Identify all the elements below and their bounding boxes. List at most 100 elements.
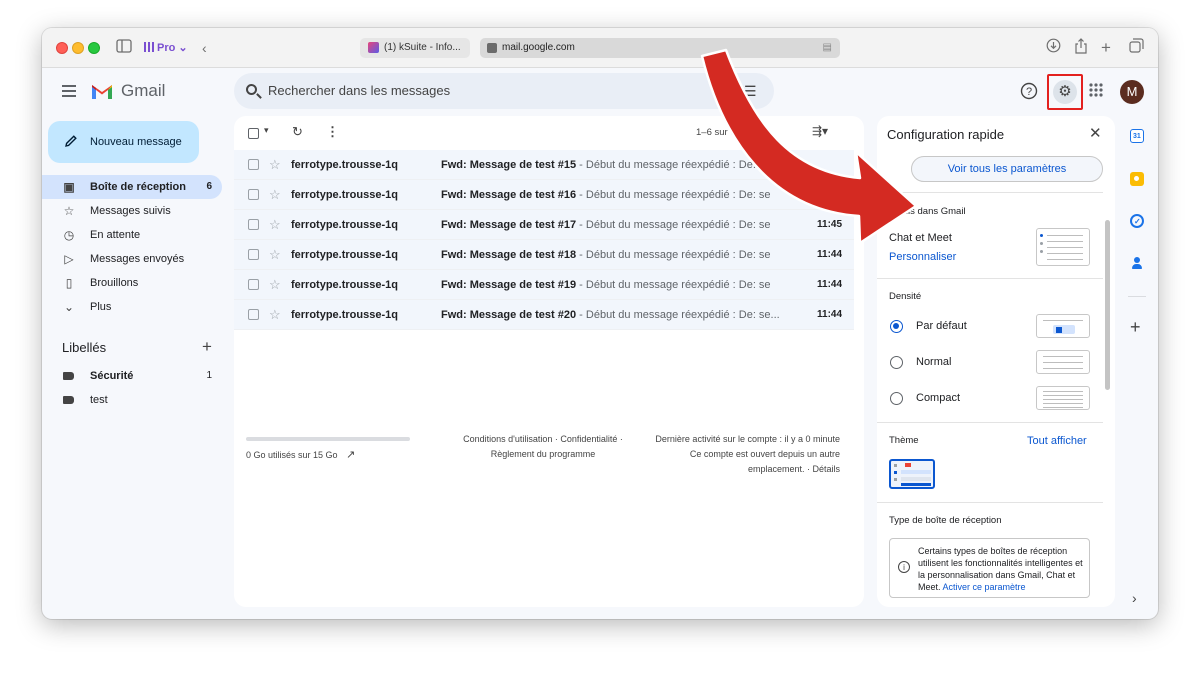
theme-show-all-link[interactable]: Tout afficher [1027,433,1087,449]
row-subject-title: Fwd: Message de test #15 [441,159,577,171]
add-addon-icon[interactable]: + [1130,317,1141,337]
send-icon: ▷ [64,252,74,266]
close-window-button[interactable] [56,42,68,54]
show-side-panel-chevron-icon[interactable]: › [1132,589,1137,607]
row-star-icon[interactable]: ☆ [269,300,281,330]
settings-gear-icon[interactable]: ⚙ [1053,80,1077,104]
theme-section-title: Thème [889,435,919,446]
input-tools-icon[interactable]: ⇶▾ [812,124,828,138]
zoom-window-button[interactable] [88,42,100,54]
customize-link[interactable]: Personnaliser [889,249,956,265]
sidebar-label-test[interactable]: test [42,388,222,412]
select-all-checkbox[interactable] [248,128,259,139]
density-compact-label[interactable]: Compact [916,390,960,406]
share-icon[interactable] [1074,38,1088,59]
reader-icon[interactable]: ▤ [823,38,832,58]
sidebar-item-label: En attente [90,229,141,241]
sidebar-item-sent[interactable]: ▷ Messages envoyés [42,247,222,271]
panel-scrollbar[interactable] [1105,220,1110,390]
row-time: 11:44 [817,279,843,290]
table-row[interactable]: ☆ ferrotype.trousse-1q Fwd: Message de t… [234,210,854,240]
row-subject: Fwd: Message de test #20 - Début du mess… [441,300,781,330]
see-all-settings-button[interactable]: Voir tous les paramètres [911,156,1103,182]
terms-line[interactable]: Conditions d'utilisation · Confidentiali… [460,432,626,447]
row-star-icon[interactable]: ☆ [269,270,281,300]
main-menu-icon[interactable] [62,85,76,97]
back-chevron-icon[interactable]: ‹ [202,38,207,58]
gmail-logo-icon[interactable] [90,81,114,101]
terms-line[interactable]: Règlement du programme [460,447,626,462]
tab-overview-icon[interactable] [1129,38,1144,58]
address-bar[interactable]: mail.google.com ▤ [480,38,840,58]
external-link-icon[interactable]: ↗ [346,448,355,463]
row-snippet: - Début du message réexpédié : De: se... [576,279,771,291]
table-row[interactable]: ☆ ferrotype.trousse-1q Fwd: Message de t… [234,150,854,180]
row-sender: ferrotype.trousse-1q [291,189,398,201]
row-subject-title: Fwd: Message de test #20 [441,309,577,321]
sidebar-item-starred[interactable]: ☆ Messages suivis [42,199,222,223]
minimize-window-button[interactable] [72,42,84,54]
row-star-icon[interactable]: ☆ [269,210,281,240]
row-checkbox[interactable] [248,159,259,170]
row-star-icon[interactable]: ☆ [269,180,281,210]
download-icon[interactable] [1046,38,1061,58]
search-options-icon[interactable]: ☰ [744,73,757,109]
activity-line: Dernière activité sur le compte : il y a… [655,434,840,444]
row-checkbox[interactable] [248,249,259,260]
tasks-icon[interactable]: ✓ [1130,214,1144,228]
avatar[interactable]: M [1120,80,1144,104]
divider [877,502,1103,503]
table-row[interactable]: ☆ ferrotype.trousse-1q Fwd: Message de t… [234,270,854,300]
enable-setting-link[interactable]: Activer ce paramètre [943,582,1026,592]
row-checkbox[interactable] [248,309,259,320]
density-normal-label[interactable]: Normal [916,354,951,370]
new-tab-icon[interactable]: + [1101,38,1111,58]
search-placeholder: Rechercher dans les messages [268,83,451,98]
density-default-preview [1036,314,1090,338]
theme-thumbnail[interactable] [889,459,935,489]
density-compact-radio[interactable] [890,392,903,405]
density-default-label[interactable]: Par défaut [916,318,967,334]
activity-details-link[interactable]: emplacement. · Détails [634,462,840,477]
contacts-icon[interactable] [1130,256,1144,270]
sidebar-item-snoozed[interactable]: ◷ En attente [42,223,222,247]
refresh-icon[interactable]: ↻ [292,124,303,140]
ksuite-favicon-icon [368,42,379,53]
divider [877,422,1103,423]
table-row[interactable]: ☆ ferrotype.trousse-1q Fwd: Message de t… [234,300,854,330]
sidebar-item-drafts[interactable]: ▯ Brouillons [42,271,222,295]
search-icon[interactable] [246,84,257,95]
row-checkbox[interactable] [248,219,259,230]
compose-button[interactable]: Nouveau message [48,121,199,163]
sidebar-toggle-icon[interactable] [116,38,132,58]
row-checkbox[interactable] [248,189,259,200]
table-row[interactable]: ☆ ferrotype.trousse-1q Fwd: Message de t… [234,240,854,270]
quick-settings-panel: Configuration rapide ✕ Voir tous les par… [877,116,1115,607]
apps-grid-icon[interactable] [1088,82,1104,104]
terms-links[interactable]: Conditions d'utilisation · Confidentiali… [460,432,626,462]
sidebar-item-inbox[interactable]: ▣ Boîte de réception 6 [42,175,222,199]
density-normal-radio[interactable] [890,356,903,369]
select-menu-chevron-icon[interactable]: ▾ [264,125,269,136]
sidebar-item-label: Boîte de réception [90,181,186,193]
density-default-radio[interactable] [890,320,903,333]
browser-tab-ksuite[interactable]: (1) kSuite - Info... [360,38,470,58]
table-row[interactable]: ☆ ferrotype.trousse-1q Fwd: Message de t… [234,180,854,210]
profile-selector[interactable]: Pro ⌄ [144,39,188,57]
help-icon[interactable]: ? [1020,82,1038,106]
add-label-icon[interactable]: + [202,337,212,357]
label-name: Sécurité [90,370,134,382]
row-checkbox[interactable] [248,279,259,290]
divider [877,278,1103,279]
pencil-icon [65,135,77,147]
sidebar-item-more[interactable]: ⌄ Plus [42,295,222,319]
keep-icon[interactable] [1130,172,1144,186]
sidebar-label-securite[interactable]: Sécurité 1 [42,364,222,388]
row-subject: Fwd: Message de test #19 - Début du mess… [441,270,771,300]
row-star-icon[interactable]: ☆ [269,150,281,180]
row-star-icon[interactable]: ☆ [269,240,281,270]
close-icon[interactable]: ✕ [1089,124,1102,144]
more-options-icon[interactable]: ⋮ [326,124,339,140]
search-input[interactable]: Rechercher dans les messages ☰ [234,73,774,109]
calendar-icon[interactable]: 31 [1130,129,1144,143]
